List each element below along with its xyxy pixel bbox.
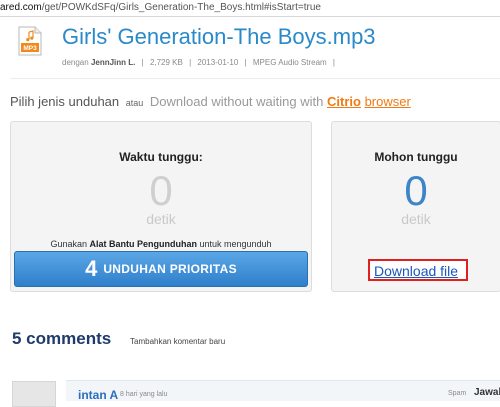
please-wait-label: Mohon tunggu bbox=[374, 150, 458, 164]
wait-time-label: Waktu tunggu: bbox=[119, 150, 203, 164]
mp3-icon-label: MP3 bbox=[23, 45, 37, 52]
header-divider bbox=[10, 78, 500, 79]
url-path: /get/POWKdSFq/Girls_Generation-The_Boys.… bbox=[41, 2, 321, 13]
free-seconds-unit: detik bbox=[401, 211, 431, 227]
download-file-link[interactable]: Download file bbox=[374, 263, 458, 279]
add-comment-link[interactable]: Tambahkan komentar baru bbox=[130, 337, 225, 346]
file-meta: dengan JennJinn L. | 2,729 KB | 2013-01-… bbox=[62, 58, 339, 67]
file-size: 2,729 KB bbox=[149, 58, 183, 67]
priority-download-label: UNDUHAN PRIORITAS bbox=[103, 262, 237, 276]
meta-separator: | bbox=[189, 58, 192, 67]
download-tool-hint: Gunakan Alat Bantu Pengunduhan untuk men… bbox=[11, 239, 311, 249]
hint-pre: Gunakan bbox=[50, 239, 87, 249]
meta-separator: | bbox=[244, 58, 247, 67]
file-title: Girls' Generation-The Boys.mp3 bbox=[62, 24, 376, 49]
comment-time: 8 hari yang lalu bbox=[120, 391, 168, 398]
uploader-name[interactable]: JennJinn L. bbox=[91, 58, 135, 67]
priority-seconds-unit: detik bbox=[146, 211, 176, 227]
hint-post: untuk mengunduh bbox=[199, 239, 272, 249]
or-label: atau bbox=[125, 98, 144, 108]
no-wait-label: Download without waiting with bbox=[149, 94, 324, 109]
comments-title: 5 comments bbox=[12, 329, 112, 348]
download-type-row: Pilih jenis unduhan atau Download withou… bbox=[10, 94, 411, 109]
file-type: MPEG Audio Stream bbox=[252, 58, 327, 67]
address-bar[interactable]: ared.com/get/POWKdSFq/Girls_Generation-T… bbox=[0, 0, 500, 17]
download-tool-link[interactable]: Alat Bantu Pengunduhan bbox=[89, 239, 197, 249]
avatar bbox=[12, 381, 56, 407]
meta-separator: | bbox=[141, 58, 144, 67]
priority-countdown: 0 bbox=[149, 167, 173, 214]
download-file-highlight: Download file bbox=[368, 259, 468, 281]
citrio-browser-link[interactable]: browser bbox=[365, 94, 411, 109]
reply-link[interactable]: Jawab bbox=[474, 387, 500, 398]
choose-label: Pilih jenis unduhan bbox=[10, 94, 120, 109]
spam-link[interactable]: Spam bbox=[448, 390, 466, 397]
url-host: ared.com bbox=[0, 2, 42, 13]
file-date: 2013-01-10 bbox=[197, 58, 239, 67]
priority-number-icon: 4 bbox=[85, 256, 98, 281]
by-prefix: dengan bbox=[62, 58, 89, 67]
priority-download-panel: Waktu tunggu: 0 detik Gunakan Alat Bantu… bbox=[10, 121, 312, 292]
meta-separator: | bbox=[332, 58, 335, 67]
comment-item: intan A 8 hari yang lalu Spam Jawab bbox=[66, 380, 500, 402]
mp3-file-icon: MP3 bbox=[18, 26, 42, 56]
citrio-link[interactable]: Citrio bbox=[327, 94, 361, 109]
free-countdown: 0 bbox=[404, 167, 428, 214]
free-download-panel: Mohon tunggu 0 detik Download file bbox=[331, 121, 500, 292]
priority-download-button[interactable]: 4 UNDUHAN PRIORITAS bbox=[14, 251, 308, 287]
